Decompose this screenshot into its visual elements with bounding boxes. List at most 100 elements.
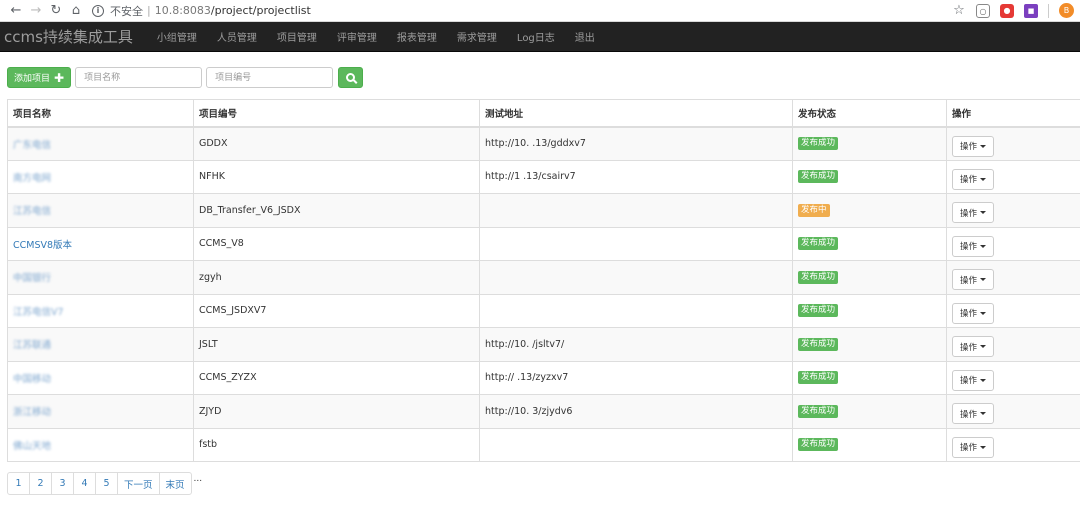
caret-down-icon xyxy=(980,445,987,449)
nav-item-requirements[interactable]: 需求管理 xyxy=(447,29,507,44)
status-badge: 发布成功 xyxy=(798,438,839,452)
project-name-link[interactable]: 中国移动 xyxy=(13,374,51,385)
url-path: /project/projectlist xyxy=(210,4,311,17)
nav-item-groups[interactable]: 小组管理 xyxy=(147,29,207,44)
caret-down-icon xyxy=(980,177,987,181)
cell-release-status: 发布成功 xyxy=(792,159,947,194)
cell-test-url xyxy=(479,293,793,328)
cell-project-name: 江苏联通 xyxy=(7,327,194,362)
cell-actions: 操作 xyxy=(946,260,1080,295)
search-button[interactable] xyxy=(338,67,364,88)
project-name-link[interactable]: 江苏电信 xyxy=(13,206,51,217)
actions-dropdown-button[interactable]: 操作 xyxy=(952,168,995,190)
browser-actions: ☆ ○ ● ■ B xyxy=(952,3,1074,18)
project-name-link[interactable]: 佛山天地 xyxy=(13,441,51,452)
project-name-link[interactable]: 广东电信 xyxy=(13,140,51,151)
forward-arrow-icon[interactable]: → xyxy=(26,2,46,20)
status-badge: 发布成功 xyxy=(798,304,839,318)
cell-project-name: 佛山天地 xyxy=(7,427,194,462)
cell-test-url xyxy=(479,427,793,462)
shield-extension-icon[interactable]: ○ xyxy=(976,3,990,18)
table-row: 江苏电信V7 CCMS_JSDXV7 发布成功 操作 xyxy=(7,293,1080,328)
project-table-container: 项目名称 项目编号 测试地址 发布状态 操作 广东电信 GDDX http://10… xyxy=(7,99,1080,462)
actions-dropdown-button[interactable]: 操作 xyxy=(952,436,995,458)
project-name-link[interactable]: 南方电网 xyxy=(13,173,51,184)
red-extension-icon[interactable]: ● xyxy=(1000,3,1014,18)
last-page-link[interactable]: 末页 xyxy=(158,472,192,495)
actions-dropdown-button[interactable]: 操作 xyxy=(952,403,995,425)
cell-project-name: 浙江移动 xyxy=(7,394,194,429)
project-toolbar: 添加项目 ✚ xyxy=(7,67,364,88)
actions-dropdown-label: 操作 xyxy=(960,309,978,320)
add-project-button[interactable]: 添加项目 ✚ xyxy=(7,67,72,88)
nav-item-people[interactable]: 人员管理 xyxy=(207,29,267,44)
back-arrow-icon[interactable]: ← xyxy=(6,2,26,20)
nav-item-logs[interactable]: Log日志 xyxy=(507,29,565,44)
next-page-link[interactable]: 下一页 xyxy=(117,472,160,495)
actions-dropdown-button[interactable]: 操作 xyxy=(952,269,995,291)
project-name-link[interactable]: CCMSV8版本 xyxy=(13,240,72,251)
cell-release-status: 发布成功 xyxy=(792,427,947,462)
cell-release-status: 发布中 xyxy=(792,193,947,228)
home-icon[interactable]: ⌂ xyxy=(66,2,86,20)
page-link-1[interactable]: 1 xyxy=(7,472,30,495)
status-badge: 发布成功 xyxy=(798,170,839,184)
project-name-link[interactable]: 中国银行 xyxy=(13,273,51,284)
cell-release-status: 发布成功 xyxy=(792,226,947,261)
nav-item-reports[interactable]: 报表管理 xyxy=(387,29,447,44)
project-name-link[interactable]: 浙江移动 xyxy=(13,407,51,418)
page-link-2[interactable]: 2 xyxy=(29,472,52,495)
project-code-input[interactable] xyxy=(206,67,334,88)
cell-test-url: http://10. /jsltv7/ xyxy=(479,327,793,362)
cell-actions: 操作 xyxy=(946,193,1080,228)
cell-actions: 操作 xyxy=(946,226,1080,261)
header-actions: 操作 xyxy=(946,99,1080,128)
table-header-row: 项目名称 项目编号 测试地址 发布状态 操作 xyxy=(7,99,1080,128)
actions-dropdown-button[interactable]: 操作 xyxy=(952,235,995,257)
nav-item-logout[interactable]: 退出 xyxy=(565,29,605,44)
status-badge: 发布成功 xyxy=(798,237,839,251)
page-link-4[interactable]: 4 xyxy=(73,472,96,495)
actions-dropdown-label: 操作 xyxy=(960,175,978,186)
actions-dropdown-button[interactable]: 操作 xyxy=(952,302,995,324)
pagination: 1 2 3 4 5 下一页 末页 ... xyxy=(7,472,202,495)
reload-icon[interactable]: ↻ xyxy=(46,2,66,20)
cell-project-code: fstb xyxy=(193,427,480,462)
profile-avatar[interactable]: B xyxy=(1059,3,1074,18)
cell-actions: 操作 xyxy=(946,394,1080,429)
project-name-link[interactable]: 江苏电信V7 xyxy=(13,307,64,318)
actions-dropdown-button[interactable]: 操作 xyxy=(952,135,995,157)
cell-project-name: 江苏电信 xyxy=(7,193,194,228)
nav-item-reviews[interactable]: 评审管理 xyxy=(327,29,387,44)
table-row: 佛山天地 fstb 发布成功 操作 xyxy=(7,427,1080,462)
cell-project-code: DB_Transfer_V6_JSDX xyxy=(193,193,480,228)
project-name-input[interactable] xyxy=(75,67,203,88)
cell-project-code: NFHK xyxy=(193,159,480,194)
actions-dropdown-button[interactable]: 操作 xyxy=(952,202,995,224)
bookmark-star-icon[interactable]: ☆ xyxy=(952,3,966,18)
cell-project-name: 中国移动 xyxy=(7,360,194,395)
purple-extension-icon[interactable]: ■ xyxy=(1024,3,1038,18)
table-row: CCMSV8版本 CCMS_V8 发布成功 操作 xyxy=(7,226,1080,261)
cell-release-status: 发布成功 xyxy=(792,260,947,295)
header-project-name: 项目名称 xyxy=(7,99,194,128)
status-badge: 发布成功 xyxy=(798,270,839,284)
actions-dropdown-button[interactable]: 操作 xyxy=(952,369,995,391)
actions-dropdown-label: 操作 xyxy=(960,443,978,454)
page-link-5[interactable]: 5 xyxy=(95,472,118,495)
cell-test-url xyxy=(479,260,793,295)
table-row: 中国移动 CCMS_ZYZX http:// .13/zyzxv7 发布成功 操作 xyxy=(7,360,1080,395)
nav-item-projects[interactable]: 项目管理 xyxy=(267,29,327,44)
caret-down-icon xyxy=(980,412,987,416)
table-row: 广东电信 GDDX http://10. .13/gddxv7 发布成功 操作 xyxy=(7,126,1080,161)
header-project-code: 项目编号 xyxy=(193,99,480,128)
address-bar[interactable]: i 不安全 | 10. 8:8083 /project/projectlist xyxy=(92,2,311,20)
page-link-3[interactable]: 3 xyxy=(51,472,74,495)
url-port: 8:8083 xyxy=(172,4,211,17)
cell-actions: 操作 xyxy=(946,327,1080,362)
cell-project-code: CCMS_JSDXV7 xyxy=(193,293,480,328)
info-icon[interactable]: i xyxy=(92,4,104,17)
app-brand[interactable]: ccms持续集成工具 xyxy=(4,26,133,47)
actions-dropdown-button[interactable]: 操作 xyxy=(952,336,995,358)
project-name-link[interactable]: 江苏联通 xyxy=(13,340,51,351)
